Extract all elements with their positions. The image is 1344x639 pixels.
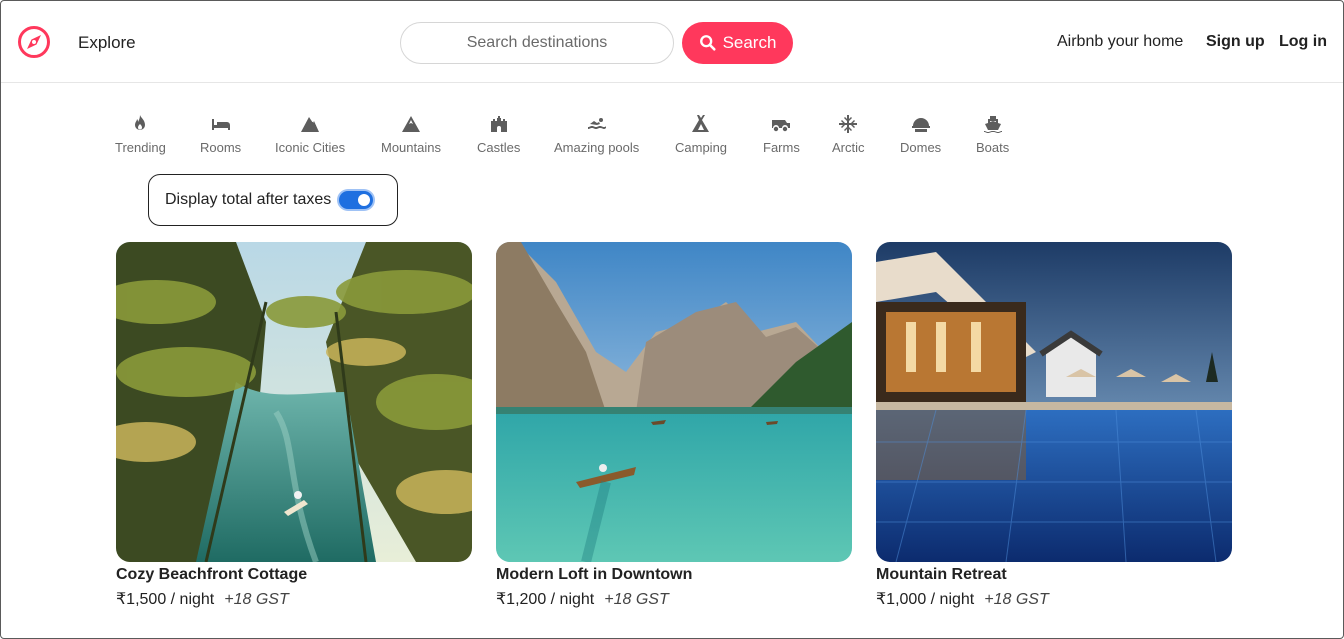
listing-price-row: ₹1,200 / night +18 GST (496, 589, 852, 609)
listing-price-row: ₹1,500 / night +18 GST (116, 589, 472, 609)
listing-image[interactable] (876, 242, 1232, 562)
listing-card[interactable]: Cozy Beachfront Cottage ₹1,500 / night +1… (116, 242, 472, 609)
listing-gst: +18 GST (224, 591, 289, 608)
tax-toggle-switch[interactable] (339, 191, 374, 209)
category-label: Boats (976, 140, 1010, 155)
category-label: Arctic (832, 140, 865, 155)
login-link[interactable]: Log in (1279, 33, 1327, 51)
app-window: Explore Search Airbnb your home Sign up … (0, 0, 1344, 639)
castle-icon (488, 113, 510, 135)
host-your-home-link[interactable]: Airbnb your home (1057, 33, 1183, 51)
category-mountains[interactable]: Mountains (381, 113, 441, 155)
category-domes[interactable]: Domes (900, 113, 941, 155)
listing-price: ₹1,200 / night (496, 591, 595, 608)
category-label: Mountains (381, 140, 441, 155)
tent-icon (690, 113, 712, 135)
listing-gst: +18 GST (984, 591, 1049, 608)
mountain-icon (400, 113, 422, 135)
category-label: Iconic Cities (275, 140, 346, 155)
search-input[interactable] (400, 22, 674, 64)
category-farms[interactable]: Farms (763, 113, 800, 155)
category-label: Amazing pools (554, 140, 640, 155)
swimmer-icon (586, 113, 608, 135)
category-amazing-pools[interactable]: Amazing pools (554, 113, 639, 155)
snowflake-icon (837, 113, 859, 135)
dome-icon (910, 113, 932, 135)
fire-icon (129, 113, 151, 135)
listing-price: ₹1,000 / night (876, 591, 975, 608)
category-boats[interactable]: Boats (976, 113, 1009, 155)
listing-image[interactable] (116, 242, 472, 562)
listing-title[interactable]: Modern Loft in Downtown (496, 566, 852, 584)
category-trending[interactable]: Trending (115, 113, 166, 155)
search-button[interactable]: Search (682, 22, 793, 64)
category-bar: Trending Rooms Iconic Cities Mountains C… (1, 113, 1343, 163)
tax-toggle-label: Display total after taxes (165, 191, 332, 208)
category-castles[interactable]: Castles (477, 113, 520, 155)
compass-logo-icon[interactable] (17, 25, 51, 59)
listing-image[interactable] (496, 242, 852, 562)
category-camping[interactable]: Camping (675, 113, 727, 155)
category-rooms[interactable]: Rooms (200, 113, 241, 155)
ship-icon (982, 113, 1004, 135)
category-label: Rooms (200, 140, 242, 155)
category-arctic[interactable]: Arctic (832, 113, 865, 155)
explore-link[interactable]: Explore (78, 33, 136, 53)
listing-title[interactable]: Mountain Retreat (876, 566, 1232, 584)
search-icon (699, 35, 716, 51)
category-label: Domes (900, 140, 942, 155)
search-button-label: Search (722, 33, 777, 52)
listing-card[interactable]: Mountain Retreat ₹1,000 / night +18 GST (876, 242, 1232, 609)
listing-price: ₹1,500 / night (116, 591, 215, 608)
bed-icon (210, 113, 232, 135)
listing-price-row: ₹1,000 / night +18 GST (876, 589, 1232, 609)
top-header: Explore Search Airbnb your home Sign up … (1, 1, 1343, 83)
tractor-icon (770, 113, 792, 135)
signup-link[interactable]: Sign up (1206, 33, 1265, 51)
category-label: Farms (763, 140, 800, 155)
category-label: Trending (115, 140, 166, 155)
listing-title[interactable]: Cozy Beachfront Cottage (116, 566, 472, 584)
tax-toggle-box[interactable]: Display total after taxes (148, 174, 398, 226)
city-icon (299, 113, 321, 135)
category-label: Castles (477, 140, 521, 155)
category-iconic-cities[interactable]: Iconic Cities (275, 113, 345, 155)
listing-gst: +18 GST (604, 591, 669, 608)
listing-card[interactable]: Modern Loft in Downtown ₹1,200 / night +1… (496, 242, 852, 609)
toggle-knob (358, 194, 371, 206)
category-label: Camping (675, 140, 728, 155)
